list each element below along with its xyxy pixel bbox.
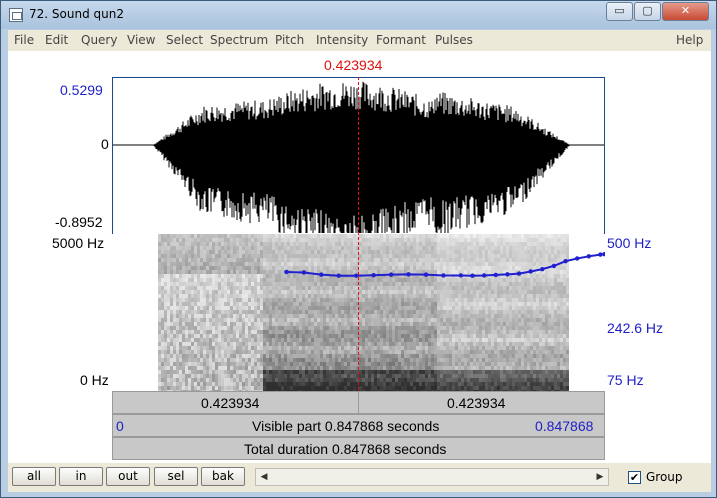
scroll-left-icon[interactable]: ◀ <box>256 469 272 485</box>
close-button[interactable]: ✕ <box>662 2 709 21</box>
menu-spectrum[interactable]: Spectrum <box>210 33 268 47</box>
total-duration-label: Total duration 0.847868 seconds <box>244 441 447 457</box>
waveform-ymax-label: 0.5299 <box>60 82 103 98</box>
cursor-time-label: 0.423934 <box>324 57 383 73</box>
group-label: Group <box>646 470 683 484</box>
menu-pitch[interactable]: Pitch <box>275 33 304 47</box>
left-time-cell[interactable]: 0.423934 <box>113 392 359 413</box>
out-button[interactable]: out <box>106 467 150 486</box>
sound-editor-canvas[interactable]: 0.423934 0.5299 0 -0.8952 5000 Hz 0 Hz 5… <box>8 51 711 463</box>
visible-start-label: 0 <box>116 418 124 434</box>
praat-sound-window: 72. Sound qun2 ▭ ▢ ✕ File Edit Query Vie… <box>0 0 717 498</box>
menu-help[interactable]: Help <box>676 33 703 47</box>
bottom-controls: all in out sel bak ◀ ▶ ✔ Group <box>8 463 711 492</box>
menu-pulses[interactable]: Pulses <box>435 33 473 47</box>
minimize-button[interactable]: ▭ <box>606 2 633 21</box>
menu-intensity[interactable]: Intensity <box>316 33 368 47</box>
window-title: 72. Sound qun2 <box>29 7 124 21</box>
window-icon <box>9 8 23 22</box>
menu-select[interactable]: Select <box>166 33 203 47</box>
group-checkbox[interactable]: ✔ <box>628 471 641 484</box>
waveform-zero-label: 0 <box>101 136 109 152</box>
window-client: File Edit Query View Select Spectrum Pit… <box>8 30 711 492</box>
all-button[interactable]: all <box>12 467 56 486</box>
pitch-mid-label: 242.6 Hz <box>607 320 664 336</box>
bak-button[interactable]: bak <box>201 467 245 486</box>
selection-time-bar[interactable]: 0.423934 0.423934 <box>112 391 605 414</box>
spectrogram-fmax-label: 5000 Hz <box>52 235 105 251</box>
menu-bar: File Edit Query View Select Spectrum Pit… <box>8 30 711 51</box>
right-time-cell[interactable]: 0.423934 <box>359 392 606 413</box>
sel-button[interactable]: sel <box>154 467 198 486</box>
checkmark-icon: ✔ <box>629 471 640 484</box>
menu-query[interactable]: Query <box>81 33 117 47</box>
cursor-overlay <box>358 77 359 391</box>
visible-part-bar[interactable]: 0 Visible part 0.847868 seconds 0.847868 <box>112 414 605 437</box>
in-button[interactable]: in <box>59 467 103 486</box>
left-time-label: 0.423934 <box>201 395 260 411</box>
menu-view[interactable]: View <box>127 33 155 47</box>
waveform-ymin-label: -0.8952 <box>55 214 103 230</box>
scroll-right-icon[interactable]: ▶ <box>592 469 608 485</box>
menu-edit[interactable]: Edit <box>45 33 68 47</box>
menu-formant[interactable]: Formant <box>376 33 426 47</box>
visible-part-label: Visible part 0.847868 seconds <box>252 418 440 434</box>
maximize-button[interactable]: ▢ <box>634 2 661 21</box>
spectrogram-fmin-label: 0 Hz <box>80 372 109 388</box>
right-time-label: 0.423934 <box>447 395 506 411</box>
title-bar[interactable]: 72. Sound qun2 ▭ ▢ ✕ <box>1 1 716 29</box>
total-duration-bar[interactable]: Total duration 0.847868 seconds <box>112 437 605 460</box>
pitch-max-label: 500 Hz <box>607 235 652 251</box>
pitch-min-label: 75 Hz <box>607 372 644 388</box>
time-scrollbar[interactable]: ◀ ▶ <box>255 468 609 486</box>
visible-end-label: 0.847868 <box>535 418 594 434</box>
menu-file[interactable]: File <box>14 33 34 47</box>
